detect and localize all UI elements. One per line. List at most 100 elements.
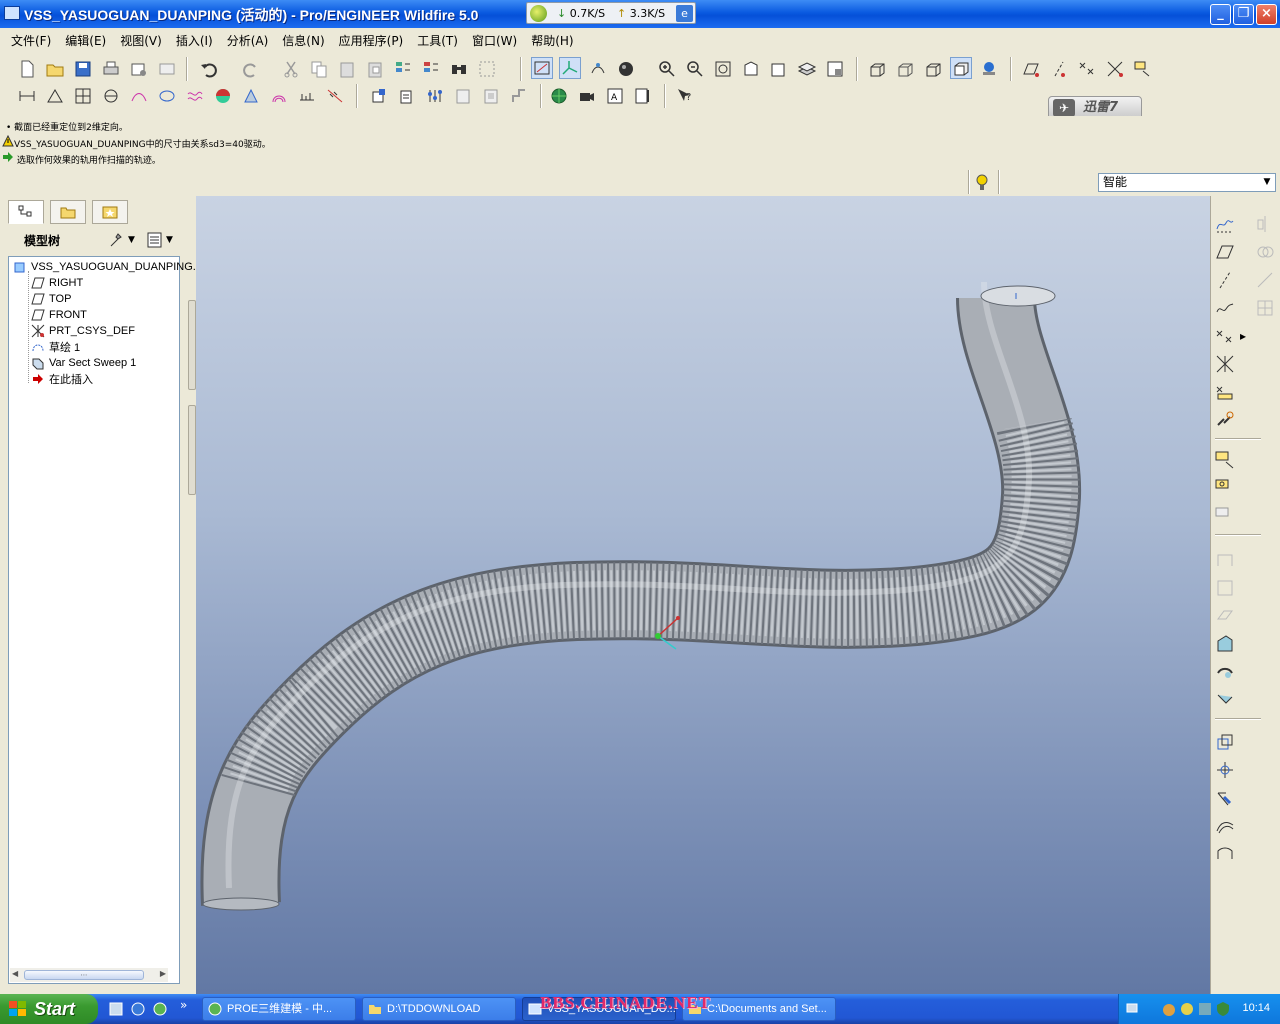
panel-splitter-handle[interactable] [188, 405, 196, 495]
pattern-disabled-icon[interactable] [1253, 296, 1277, 320]
zoom-in-icon[interactable] [656, 58, 678, 80]
merge-disabled-icon[interactable] [1253, 240, 1277, 264]
extrude-disabled-icon[interactable] [1213, 548, 1237, 572]
hole-icon[interactable] [1213, 660, 1237, 684]
find-icon[interactable] [448, 58, 470, 80]
cut-icon[interactable] [280, 58, 302, 80]
menu-insert[interactable]: 插入(I) [169, 32, 220, 49]
shaded-curvature-icon[interactable] [212, 85, 234, 107]
measure-diameter-icon[interactable] [100, 85, 122, 107]
curvature-icon[interactable] [128, 85, 150, 107]
dihedral-angle-icon[interactable] [296, 85, 318, 107]
draft-analysis-icon[interactable] [240, 85, 262, 107]
shell-icon[interactable] [1213, 730, 1237, 754]
shading-sphere-icon[interactable] [615, 58, 637, 80]
tree-item-front[interactable]: FRONT [31, 307, 87, 323]
boundary-blend-icon[interactable] [1213, 814, 1237, 838]
scroll-right-icon[interactable]: ▶ [160, 969, 166, 978]
reference-viewer-icon[interactable] [508, 85, 530, 107]
quick-launch-ie-icon[interactable] [130, 1001, 146, 1017]
datum-plane-tool-icon[interactable] [1020, 58, 1042, 80]
selection-filter-select[interactable]: 智能 ▼ [1098, 173, 1276, 192]
paste-special-icon[interactable] [364, 58, 386, 80]
coordinate-system-tool-icon[interactable] [1213, 352, 1237, 376]
select-box-icon[interactable] [476, 58, 498, 80]
rib-icon[interactable] [1213, 758, 1237, 782]
saved-views-icon[interactable] [768, 58, 790, 80]
slope-analysis-icon[interactable] [268, 85, 290, 107]
minimize-button[interactable]: _ [1210, 4, 1231, 25]
paste-icon[interactable] [336, 58, 358, 80]
menu-tools[interactable]: 工具(T) [410, 32, 465, 49]
hidden-line-icon[interactable] [894, 58, 916, 80]
csys-tool-icon[interactable] [1104, 58, 1126, 80]
close-button[interactable]: × [1256, 4, 1277, 25]
tree-show-button[interactable]: ▼ [146, 230, 178, 250]
regenerate-icon[interactable] [392, 58, 414, 80]
sketched-datum-curve-icon[interactable] [1213, 212, 1237, 236]
family-table-icon[interactable] [368, 85, 390, 107]
refit-icon[interactable] [712, 58, 734, 80]
draft-icon[interactable] [1213, 786, 1237, 810]
section-analysis-icon[interactable] [156, 85, 178, 107]
appearance-icon[interactable]: A [604, 85, 626, 107]
menu-help[interactable]: 帮助(H) [524, 32, 580, 49]
quick-launch-app-icon[interactable] [152, 1001, 168, 1017]
scroll-thumb[interactable]: ⋯ [24, 970, 144, 980]
graphics-window[interactable] [196, 196, 1210, 994]
offset-analysis-icon[interactable] [184, 85, 206, 107]
mirror-disabled-icon[interactable] [1253, 212, 1277, 236]
reorient-icon[interactable] [740, 58, 762, 80]
menu-info[interactable]: 信息(N) [275, 32, 331, 49]
datum-axes-display-icon[interactable] [559, 57, 581, 79]
tree-item-part[interactable]: VSS_YASUOGUAN_DUANPING. [13, 259, 196, 275]
tree-item-insert-here[interactable]: 在此插入 [31, 371, 93, 387]
tree-settings-button[interactable]: ▼ [108, 230, 140, 250]
variable-sweep-disabled-icon[interactable] [1213, 604, 1237, 628]
tree-item-csys[interactable]: PRT_CSYS_DEF [31, 323, 135, 339]
tree-item-right[interactable]: RIGHT [31, 275, 83, 291]
datum-point-tool-icon[interactable] [1076, 58, 1098, 80]
maximize-button[interactable]: ❐ [1233, 4, 1254, 25]
trim-disabled-icon[interactable] [1253, 268, 1277, 292]
reference-annotation-icon[interactable] [1213, 476, 1237, 500]
revolve-disabled-icon[interactable] [1213, 576, 1237, 600]
shield-tray-icon[interactable] [1215, 1001, 1231, 1017]
parameters-icon[interactable] [424, 85, 446, 107]
panel-splitter-handle[interactable] [188, 300, 196, 390]
measure-angle-icon[interactable] [44, 85, 66, 107]
globe-web-icon[interactable] [548, 85, 570, 107]
annotation-tool-icon[interactable] [1132, 58, 1154, 80]
video-icon[interactable] [576, 85, 598, 107]
menu-analysis[interactable]: 分析(A) [220, 32, 276, 49]
show-desktop-icon[interactable] [108, 1001, 124, 1017]
tree-item-sketch[interactable]: 草绘 1 [31, 339, 80, 355]
layers-icon[interactable] [796, 58, 818, 80]
flyout-arrow-icon[interactable]: ▸ [1237, 324, 1249, 348]
deviation-analysis-icon[interactable] [324, 85, 346, 107]
wireframe-icon[interactable] [866, 58, 888, 80]
tab-folder-browser[interactable] [50, 200, 86, 224]
tab-model-tree[interactable] [8, 200, 44, 224]
point-tool-icon[interactable] [1213, 324, 1237, 348]
shading-icon[interactable] [950, 57, 972, 79]
menu-view[interactable]: 视图(V) [113, 32, 169, 49]
menu-file[interactable]: 文件(F) [4, 32, 58, 49]
redo-icon[interactable] [240, 58, 262, 80]
curve-tool-icon[interactable] [1213, 296, 1237, 320]
save-icon[interactable] [72, 58, 94, 80]
axis-tool-icon[interactable] [1213, 268, 1237, 292]
context-help-icon[interactable]: ? [674, 85, 696, 107]
analysis-feature-icon[interactable] [1213, 380, 1237, 404]
datum-axis-tool-icon[interactable] [1048, 58, 1070, 80]
view-manager-icon[interactable] [824, 58, 846, 80]
measure-distance-icon[interactable] [16, 85, 38, 107]
plane-tool-icon[interactable] [1213, 240, 1237, 264]
scroll-left-icon[interactable]: ◀ [12, 969, 18, 978]
note-annotation-icon[interactable] [1213, 504, 1237, 528]
corrugated-pipe-model[interactable] [196, 196, 1210, 994]
mapkeys-icon[interactable] [632, 85, 654, 107]
tab-favorites[interactable] [92, 200, 128, 224]
browser-icon[interactable]: e [676, 5, 693, 22]
chain-link-icon[interactable] [1213, 408, 1237, 432]
